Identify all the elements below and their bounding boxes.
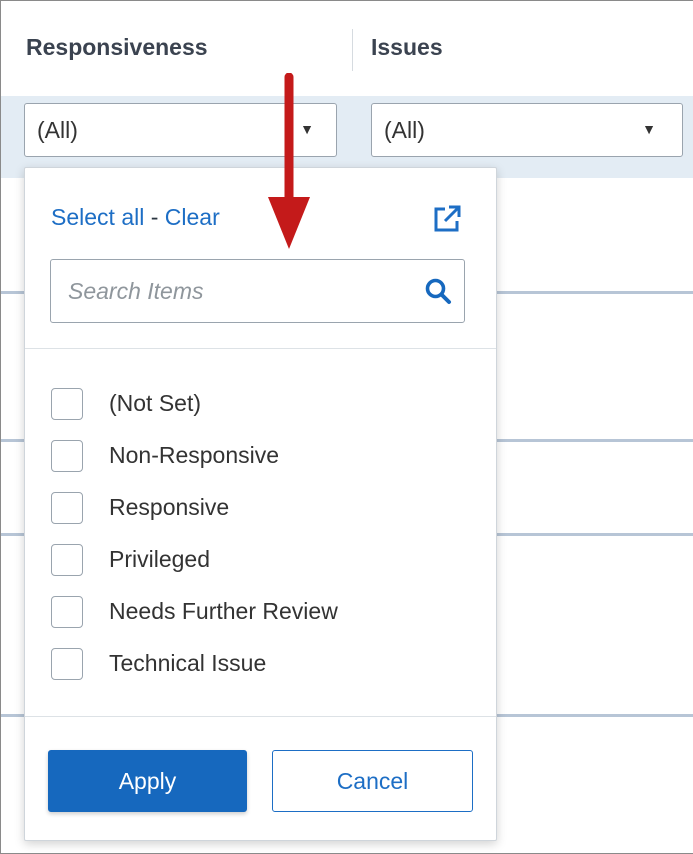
list-item[interactable]: Responsive <box>25 484 496 528</box>
checkbox[interactable] <box>51 388 83 420</box>
search-icon[interactable] <box>424 277 452 305</box>
column-divider[interactable] <box>352 29 353 71</box>
selection-links: Select all - Clear <box>51 204 220 231</box>
checkbox[interactable] <box>51 596 83 628</box>
apply-button[interactable]: Apply <box>48 750 247 812</box>
link-separator: - <box>144 204 165 230</box>
issues-filter-value: (All) <box>384 117 425 143</box>
item-label: Responsive <box>109 494 230 520</box>
search-box <box>50 259 465 323</box>
divider <box>25 716 496 717</box>
filter-row: (All) ▼ (All) ▼ <box>1 96 693 178</box>
column-header-issues[interactable]: Issues <box>371 34 443 61</box>
item-label: Privileged <box>109 546 210 572</box>
red-arrow-annotation <box>268 73 310 249</box>
list-item[interactable]: Privileged <box>25 536 496 580</box>
filter-dropdown-panel: Select all - Clear Search Items (Not Set… <box>24 167 497 841</box>
dropdown-header: Select all - Clear <box>25 168 496 348</box>
grid-header: Responsiveness Issues <box>1 1 693 96</box>
responsiveness-filter-value: (All) <box>37 117 78 143</box>
checkbox[interactable] <box>51 492 83 524</box>
item-label: Technical Issue <box>109 650 267 676</box>
list-item[interactable]: Needs Further Review <box>25 588 496 632</box>
checkbox[interactable] <box>51 440 83 472</box>
caret-down-icon: ▼ <box>642 121 656 137</box>
cancel-button[interactable]: Cancel <box>272 750 473 812</box>
search-input[interactable] <box>51 260 411 322</box>
item-label: (Not Set) <box>109 390 202 416</box>
checkbox[interactable] <box>51 544 83 576</box>
checkbox[interactable] <box>51 648 83 680</box>
item-label: Needs Further Review <box>109 598 338 624</box>
list-item[interactable]: (Not Set) <box>25 380 496 424</box>
list-item[interactable]: Technical Issue <box>25 640 496 684</box>
screenshot-frame: Responsiveness Issues (All) ▼ (All) ▼ Se… <box>0 0 693 854</box>
select-all-link[interactable]: Select all <box>51 204 144 230</box>
clear-link[interactable]: Clear <box>165 204 220 230</box>
divider <box>25 348 496 349</box>
list-item[interactable]: Non-Responsive <box>25 432 496 476</box>
item-label: Non-Responsive <box>109 442 280 468</box>
column-header-responsiveness[interactable]: Responsiveness <box>26 34 208 61</box>
issues-filter-select[interactable]: (All) ▼ <box>371 103 683 157</box>
external-link-icon[interactable] <box>431 203 463 235</box>
